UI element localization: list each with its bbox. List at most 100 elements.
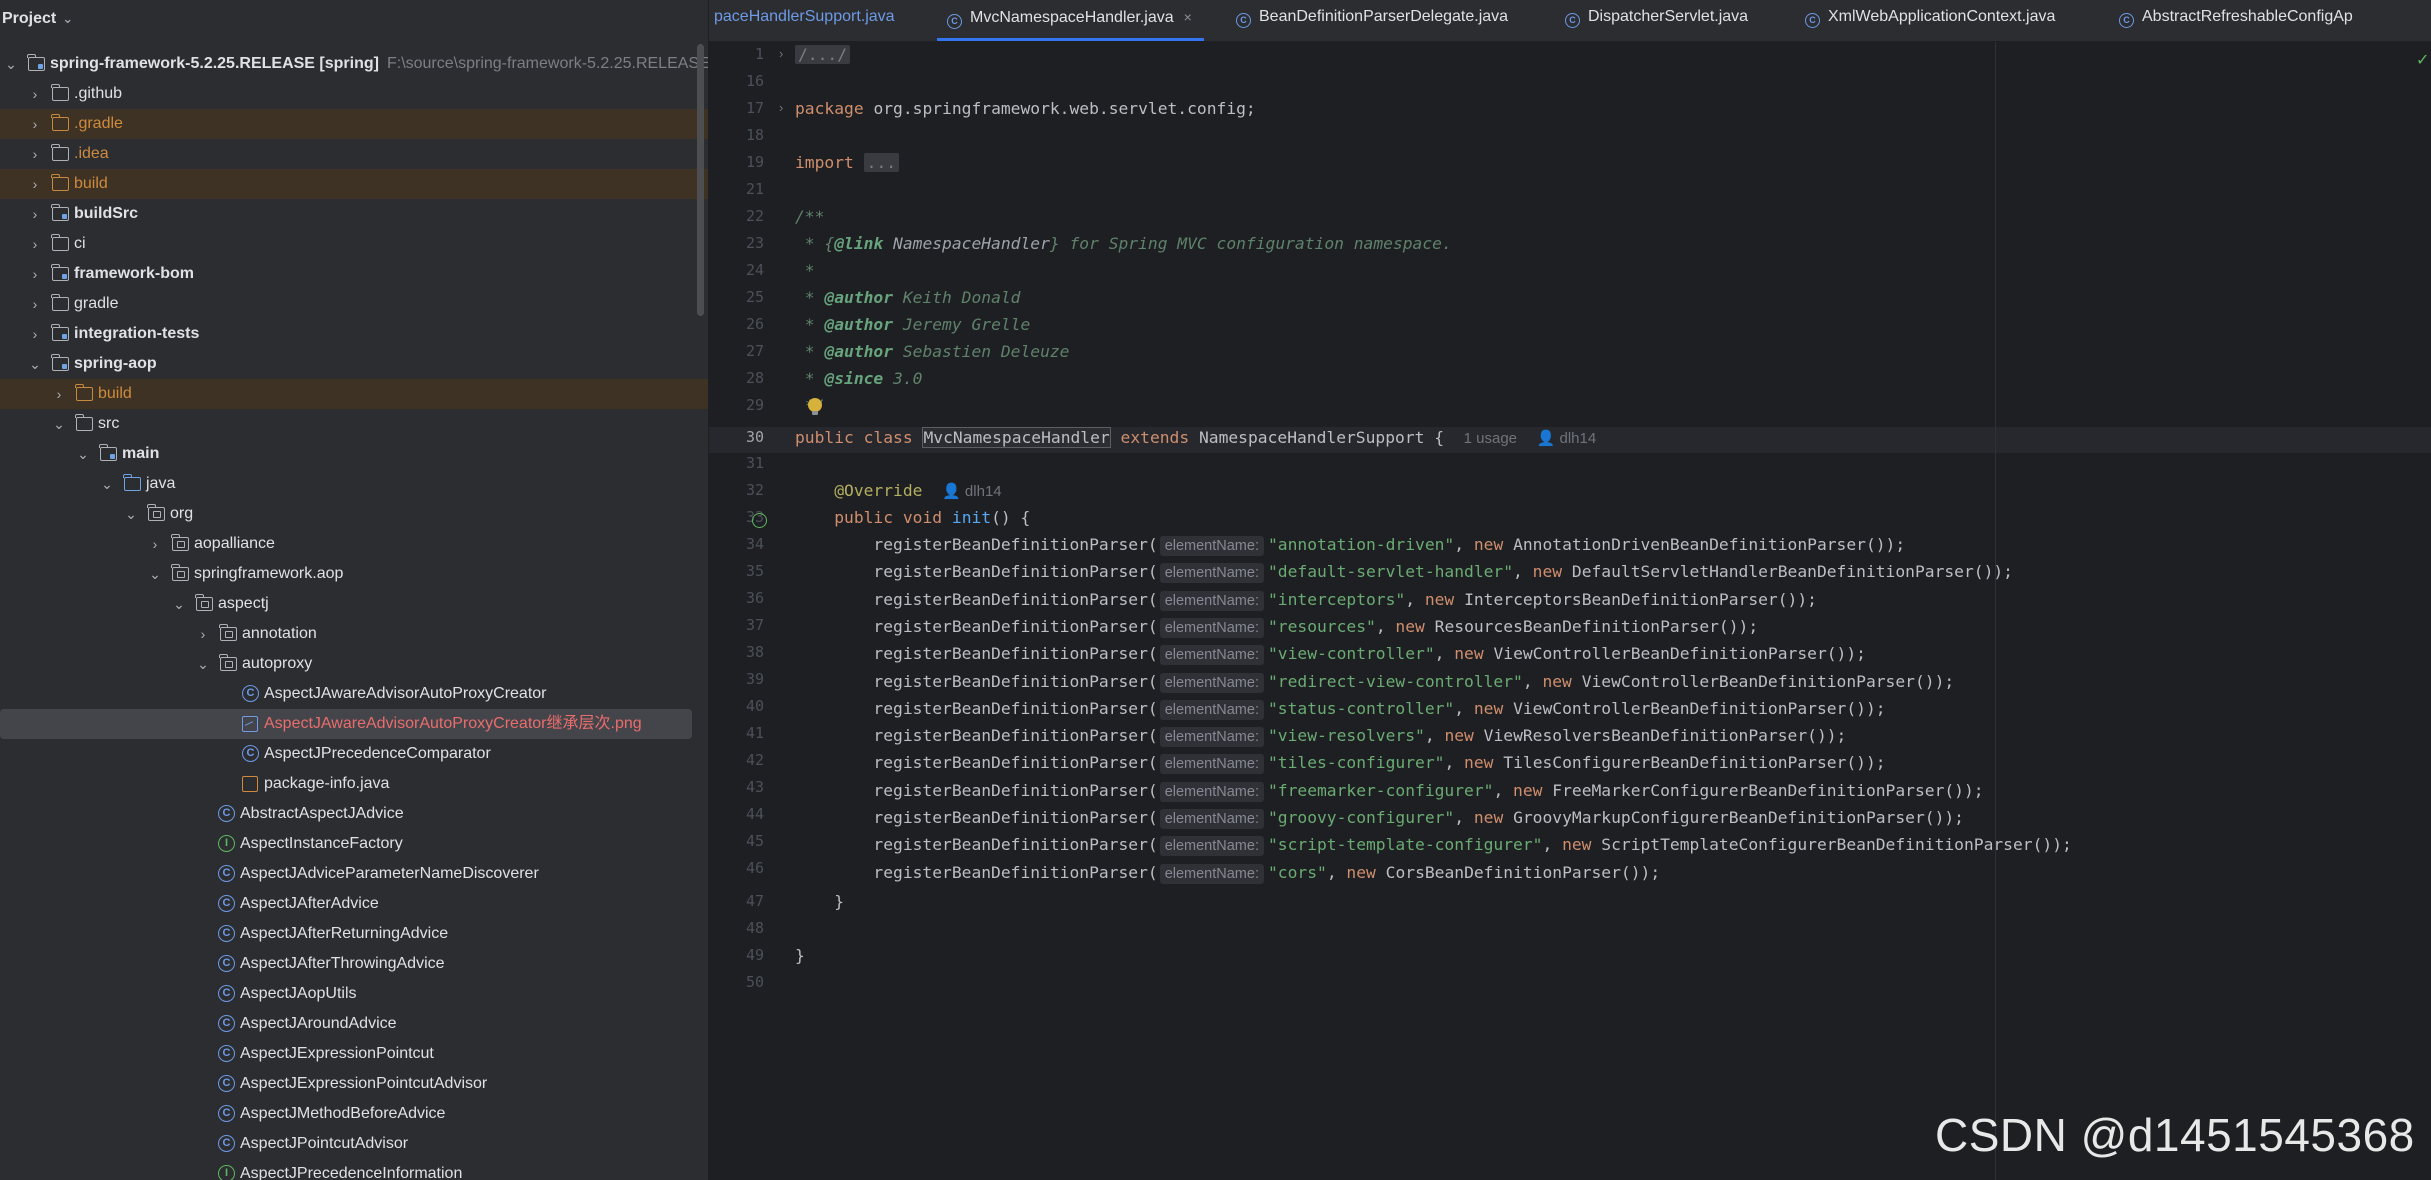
tree-item[interactable]: I AspectInstanceFactory [0, 829, 708, 859]
class-name[interactable]: MvcNamespaceHandler [922, 427, 1111, 448]
interface-icon: I [218, 835, 235, 852]
tree-item[interactable]: ⌄ springframework.aop [0, 559, 708, 589]
tree-item[interactable]: › .gradle [0, 109, 708, 139]
tree-item[interactable]: C AbstractAspectJAdvice [0, 799, 708, 829]
tab-mvc-namespace-handler[interactable]: C MvcNamespaceHandler.java × [937, 0, 1204, 41]
tree-item[interactable]: C AspectJExpressionPointcut [0, 1039, 708, 1069]
chevron-right-icon[interactable]: › [28, 109, 42, 139]
tab-bean-definition-parser-delegate[interactable]: C BeanDefinitionParserDelegate.java [1236, 0, 1508, 41]
chevron-right-icon[interactable]: › [28, 79, 42, 109]
tree-item[interactable]: package-info.java [0, 769, 708, 799]
tree-item[interactable]: C AspectJPrecedenceComparator [0, 739, 708, 769]
parser-class: ViewResolversBeanDefinitionParser()); [1483, 726, 1847, 746]
tree-item[interactable]: › .github [0, 79, 708, 109]
keyword: new [1424, 589, 1455, 609]
method-call: registerBeanDefinitionParser( [873, 835, 1158, 855]
tree-item[interactable]: › annotation [0, 619, 708, 649]
chevron-down-icon[interactable]: ⌄ [76, 439, 90, 469]
chevron-down-icon[interactable]: ⌄ [196, 649, 210, 679]
chevron-down-icon[interactable]: ⌄ [124, 499, 138, 529]
chevron-down-icon[interactable]: ⌄ [100, 469, 114, 499]
chevron-right-icon[interactable]: › [28, 319, 42, 349]
chevron-right-icon[interactable]: › [28, 139, 42, 169]
usages-hint[interactable]: 1 usage [1464, 430, 1517, 447]
folded-region[interactable]: ... [863, 153, 900, 172]
tree-item[interactable]: C AspectJAfterThrowingAdvice [0, 949, 708, 979]
inspection-ok-icon[interactable]: ✓ [2416, 50, 2429, 70]
method-call: registerBeanDefinitionParser( [873, 808, 1158, 827]
tree-item[interactable]: ⌄ java [0, 469, 708, 499]
tree-item[interactable]: › integration-tests [0, 319, 708, 349]
chevron-down-icon[interactable]: ⌄ [28, 349, 42, 379]
tab-namespace-handler-support[interactable]: paceHandlerSupport.java [714, 0, 895, 41]
code-line: registerBeanDefinitionParser(elementName… [795, 672, 1954, 693]
tree-item[interactable]: › build [0, 169, 708, 199]
tab-xml-web-application-context[interactable]: C XmlWebApplicationContext.java [1805, 0, 2055, 41]
tree-item-label: autoproxy [242, 655, 313, 672]
tree-item[interactable]: ⌄ autoproxy [0, 649, 708, 679]
override-gutter-icon[interactable] [752, 513, 767, 528]
tree-item[interactable]: ⌄ src [0, 409, 708, 439]
tab-abstract-refreshable-config[interactable]: C AbstractRefreshableConfigAp [2119, 0, 2353, 41]
close-icon[interactable]: × [1184, 9, 1192, 25]
tree-item[interactable]: ⌄ org [0, 499, 708, 529]
tree-item[interactable]: ⌄ spring-aop [0, 349, 708, 379]
tree-item[interactable]: C AspectJAdviceParameterNameDiscoverer [0, 859, 708, 889]
folder-icon [51, 234, 69, 251]
tree-item[interactable]: C AspectJAroundAdvice [0, 1009, 708, 1039]
code-line: /.../ [795, 45, 851, 64]
folder-icon [51, 144, 69, 161]
tree-item[interactable]: C AspectJAfterAdvice [0, 889, 708, 919]
tree-item[interactable]: C AspectJMethodBeforeAdvice [0, 1099, 708, 1129]
line-number: 23 [745, 234, 764, 252]
project-panel-header[interactable]: Project ⌄ [0, 0, 708, 38]
tree-item[interactable]: › buildSrc [0, 199, 708, 229]
chevron-right-icon[interactable]: › [28, 259, 42, 289]
code-editor[interactable]: 1 16 17 18 19 21 22 23 24 25 26 27 28 29 30 31 32 33 34 35 3… [709, 42, 2431, 1180]
chevron-right-icon[interactable]: › [28, 169, 42, 199]
chevron-right-icon[interactable]: › [28, 289, 42, 319]
doc-comment: * [795, 342, 815, 361]
chevron-right-icon[interactable]: › [28, 199, 42, 229]
tree-item[interactable]: › build [0, 379, 708, 409]
tree-item[interactable]: C AspectJPointcutAdvisor [0, 1129, 708, 1159]
tab-dispatcher-servlet[interactable]: C DispatcherServlet.java [1565, 0, 1748, 41]
tree-item[interactable]: ⌄ main [0, 439, 708, 469]
line-number: 47 [745, 892, 764, 910]
tree-item-label: src [98, 415, 120, 432]
chevron-down-icon[interactable]: ⌄ [172, 589, 186, 619]
author-hint[interactable]: 👤 dlh14 [1537, 430, 1597, 447]
tree-item-selected[interactable]: AspectJAwareAdvisorAutoProxyCreator继承层次.… [0, 709, 692, 739]
chevron-down-icon[interactable]: ⌄ [148, 559, 162, 589]
chevron-down-icon[interactable]: ⌄ [52, 409, 66, 439]
tree-root[interactable]: ⌄ spring-framework-5.2.25.RELEASE [sprin… [0, 49, 708, 79]
tree-item[interactable]: › ci [0, 229, 708, 259]
class-icon: C [218, 1105, 235, 1122]
tree-item[interactable]: C AspectJExpressionPointcutAdvisor [0, 1069, 708, 1099]
folded-region[interactable]: /.../ [795, 45, 851, 64]
tree-item[interactable]: C AspectJAwareAdvisorAutoProxyCreator [0, 679, 708, 709]
chevron-right-icon[interactable]: › [196, 619, 210, 649]
code-line: } [795, 892, 844, 911]
chevron-right-icon[interactable]: › [52, 379, 66, 409]
tree-item[interactable]: › framework-bom [0, 259, 708, 289]
chevron-right-icon[interactable]: › [148, 529, 162, 559]
tree-item[interactable]: ⌄ aspectj [0, 589, 708, 619]
tree-item[interactable]: C AspectJAfterReturningAdvice [0, 919, 708, 949]
chevron-right-icon[interactable]: › [28, 229, 42, 259]
tree-item[interactable]: › gradle [0, 289, 708, 319]
tree-item-label: .github [74, 85, 123, 102]
chevron-down-icon[interactable]: ⌄ [4, 49, 18, 79]
tree-item[interactable]: I AspectJPrecedenceInformation [0, 1159, 708, 1180]
fold-expand-icon[interactable]: › [779, 46, 783, 61]
lightbulb-icon[interactable] [808, 398, 822, 415]
tree-item[interactable]: › .idea [0, 139, 708, 169]
tree-item[interactable]: C AspectJAopUtils [0, 979, 708, 1009]
keyword: new [1562, 835, 1592, 855]
tree-item[interactable]: › aopalliance [0, 529, 708, 559]
chevron-down-icon[interactable]: ⌄ [62, 11, 73, 26]
fold-expand-icon[interactable]: › [779, 100, 783, 115]
project-scrollbar[interactable] [697, 44, 704, 316]
project-tree: ⌄ spring-framework-5.2.25.RELEASE [sprin… [0, 49, 708, 1180]
author-hint[interactable]: 👤 dlh14 [942, 483, 1002, 500]
